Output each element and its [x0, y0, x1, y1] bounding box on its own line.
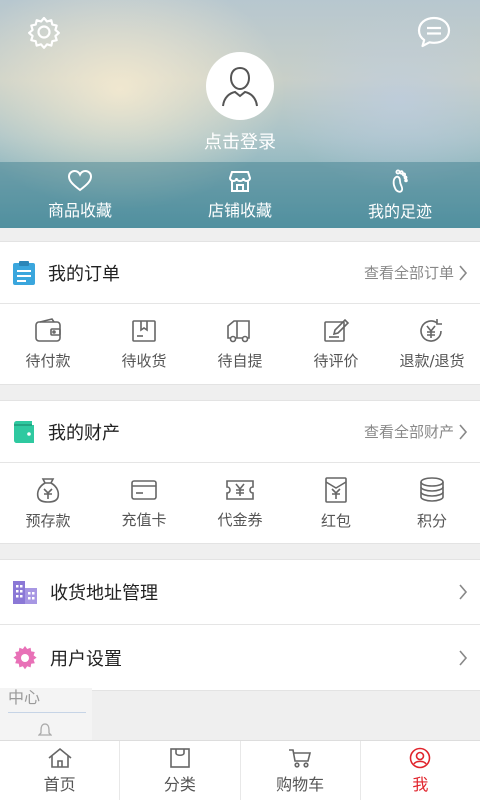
- user-avatar-icon: [222, 66, 258, 107]
- deposit-label: 预存款: [25, 511, 71, 530]
- user-settings-row[interactable]: 用户设置: [0, 625, 480, 690]
- tab-category[interactable]: 分类: [120, 741, 241, 800]
- pending-receipt-item[interactable]: 待收货: [96, 304, 192, 384]
- order-clipboard-icon: [13, 260, 35, 285]
- orders-header[interactable]: 我的订单 查看全部订单: [0, 242, 480, 304]
- assets-title: 我的财产: [48, 422, 120, 444]
- cart-icon: [289, 748, 312, 768]
- truck-icon: [227, 319, 250, 342]
- refund-label: 退款/退货: [399, 351, 465, 370]
- quick-links-bar: 商品收藏 店铺收藏 我的足迹: [0, 162, 480, 228]
- points-item[interactable]: 积分: [384, 463, 480, 543]
- red-packet-item[interactable]: 红包: [288, 463, 384, 543]
- assets-grid: 预存款 充值卡 代金券 红包 积分: [0, 463, 480, 543]
- tab-home[interactable]: 首页: [0, 741, 121, 800]
- address-management-label: 收货地址管理: [50, 583, 158, 604]
- tab-cart-label: 购物车: [276, 774, 325, 794]
- pending-review-item[interactable]: 待评价: [288, 304, 384, 384]
- bottom-tab-bar: 首页 分类 购物车 我: [0, 740, 480, 800]
- tab-cart[interactable]: 购物车: [241, 741, 361, 800]
- pending-review-label: 待评价: [313, 351, 359, 370]
- card-icon: [131, 479, 157, 500]
- pending-payment-item[interactable]: 待付款: [0, 304, 96, 384]
- remnant-text: 中心: [8, 688, 41, 707]
- user-settings-label: 用户设置: [50, 648, 122, 670]
- message-icon[interactable]: [416, 14, 452, 50]
- favorite-goods-label: 商品收藏: [47, 201, 112, 220]
- red-packet-icon: [325, 476, 347, 503]
- building-icon: [13, 581, 37, 604]
- chevron-right-icon: [459, 584, 468, 600]
- favorite-goods-link[interactable]: 商品收藏: [0, 162, 160, 228]
- refund-icon: [420, 318, 442, 342]
- assets-wallet-icon: [14, 420, 34, 443]
- tab-me-label: 我: [412, 774, 429, 794]
- heart-icon: [67, 169, 93, 192]
- tab-category-label: 分类: [163, 774, 196, 794]
- refund-item[interactable]: 退款/退货: [384, 304, 480, 384]
- voucher-icon: [226, 479, 254, 500]
- orders-title: 我的订单: [48, 263, 120, 285]
- pending-payment-label: 待付款: [25, 351, 71, 370]
- footprint-icon: [392, 169, 408, 193]
- order-status-grid: 待付款 待收货 待自提 待评价 退款/退货: [0, 304, 480, 384]
- login-link[interactable]: 点击登录: [0, 128, 480, 154]
- recharge-card-item[interactable]: 充值卡: [96, 463, 192, 543]
- assets-header[interactable]: 我的财产 查看全部财产: [0, 401, 480, 463]
- footprints-label: 我的足迹: [367, 202, 432, 221]
- deposit-item[interactable]: 预存款: [0, 463, 96, 543]
- user-icon: [410, 747, 431, 768]
- pending-receipt-label: 待收货: [121, 351, 167, 370]
- overlay-remnant: 中心: [0, 688, 92, 740]
- edit-icon: [324, 318, 350, 342]
- recharge-card-label: 充值卡: [121, 510, 167, 529]
- view-all-assets-link[interactable]: 查看全部财产: [364, 421, 468, 442]
- chevron-right-icon: [459, 264, 468, 281]
- money-bag-icon: [36, 477, 60, 503]
- wallet-icon: [35, 317, 61, 342]
- account-rows: 收货地址管理 用户设置: [0, 559, 480, 691]
- bell-icon: [38, 723, 52, 736]
- settings-gear-icon[interactable]: [26, 14, 62, 50]
- remnant-divider: [8, 712, 86, 713]
- orders-section: 我的订单 查看全部订单 待付款 待收货 待自提 待评价 退款/退货: [0, 241, 480, 385]
- home-icon: [48, 747, 72, 768]
- store-icon: [228, 171, 252, 192]
- tab-me[interactable]: 我: [361, 741, 480, 800]
- favorite-stores-link[interactable]: 店铺收藏: [160, 162, 320, 228]
- settings-gear-icon: [13, 645, 37, 669]
- profile-header: 点击登录 商品收藏 店铺收藏 我的足迹: [0, 0, 480, 228]
- pending-pickup-label: 待自提: [217, 351, 263, 370]
- package-icon: [132, 319, 156, 342]
- address-management-row[interactable]: 收货地址管理: [0, 560, 480, 625]
- chevron-right-icon: [459, 649, 468, 666]
- voucher-item[interactable]: 代金券: [192, 463, 288, 543]
- chevron-right-icon: [459, 423, 468, 440]
- points-label: 积分: [416, 511, 447, 530]
- bag-icon: [170, 747, 190, 768]
- pending-pickup-item[interactable]: 待自提: [192, 304, 288, 384]
- assets-section: 我的财产 查看全部财产 预存款 充值卡 代金券 红包 积分: [0, 400, 480, 544]
- coins-icon: [420, 476, 444, 502]
- red-packet-label: 红包: [320, 511, 351, 530]
- view-all-assets-label: 查看全部财产: [363, 423, 454, 441]
- view-all-orders-label: 查看全部订单: [363, 264, 454, 282]
- avatar[interactable]: [206, 52, 274, 120]
- voucher-label: 代金券: [217, 510, 263, 529]
- view-all-orders-link[interactable]: 查看全部订单: [364, 262, 468, 283]
- footprints-link[interactable]: 我的足迹: [320, 162, 480, 228]
- tab-home-label: 首页: [43, 774, 76, 794]
- favorite-stores-label: 店铺收藏: [207, 201, 272, 220]
